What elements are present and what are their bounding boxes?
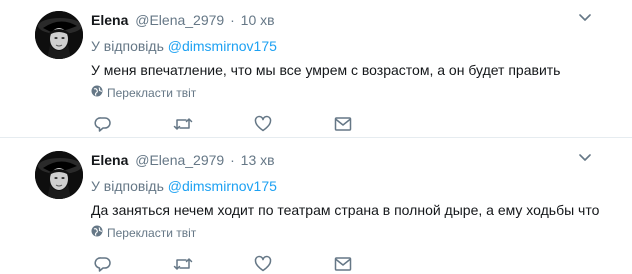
user-handle[interactable]: @Elena_2979 xyxy=(135,12,224,28)
reply-prefix: У відповідь xyxy=(91,38,164,54)
timestamp[interactable]: 13 хв xyxy=(241,152,275,168)
separator-dot: · xyxy=(230,152,235,168)
timestamp[interactable]: 10 хв xyxy=(241,12,275,28)
heart-icon[interactable] xyxy=(253,114,273,134)
reply-prefix: У відповідь xyxy=(91,178,164,194)
tweet-text: У меня впечатление, что мы все умрем с в… xyxy=(91,62,561,78)
display-name[interactable]: Elena xyxy=(91,12,128,28)
tweet[interactable]: Elena @Elena_2979 · 13 хв У відповідь @d… xyxy=(0,140,632,274)
user-handle[interactable]: @Elena_2979 xyxy=(135,152,224,168)
tweet-feed: Elena @Elena_2979 · 10 хв У відповідь @d… xyxy=(0,0,632,274)
avatar[interactable] xyxy=(35,11,83,59)
tweet-actions xyxy=(93,254,363,274)
translate-tweet-link[interactable]: Перекласти твіт xyxy=(91,85,196,100)
chevron-down-icon[interactable] xyxy=(578,13,592,23)
retweet-icon[interactable] xyxy=(173,114,193,134)
tweet-header: Elena @Elena_2979 · 10 хв xyxy=(91,11,275,29)
separator-dot: · xyxy=(230,12,235,28)
tweet-header: Elena @Elena_2979 · 13 хв xyxy=(91,151,275,169)
reply-to-link[interactable]: @dimsmirnov175 xyxy=(168,38,277,54)
reply-context: У відповідь @dimsmirnov175 xyxy=(91,37,277,55)
reply-context: У відповідь @dimsmirnov175 xyxy=(91,177,277,195)
globe-icon xyxy=(91,85,103,100)
globe-icon xyxy=(91,225,103,240)
retweet-icon[interactable] xyxy=(173,254,193,274)
envelope-icon[interactable] xyxy=(333,114,353,134)
display-name[interactable]: Elena xyxy=(91,152,128,168)
envelope-icon[interactable] xyxy=(333,254,353,274)
translate-label: Перекласти твіт xyxy=(107,225,197,240)
avatar[interactable] xyxy=(35,151,83,199)
reply-to-link[interactable]: @dimsmirnov175 xyxy=(168,178,277,194)
translate-label: Перекласти твіт xyxy=(107,85,197,100)
reply-icon[interactable] xyxy=(93,254,113,274)
reply-icon[interactable] xyxy=(93,114,113,134)
tweet-text: Да заняться нечем ходит по театрам стран… xyxy=(91,202,600,218)
tweet[interactable]: Elena @Elena_2979 · 10 хв У відповідь @d… xyxy=(0,0,632,138)
translate-tweet-link[interactable]: Перекласти твіт xyxy=(91,225,196,240)
tweet-actions xyxy=(93,114,363,134)
heart-icon[interactable] xyxy=(253,254,273,274)
chevron-down-icon[interactable] xyxy=(578,153,592,163)
